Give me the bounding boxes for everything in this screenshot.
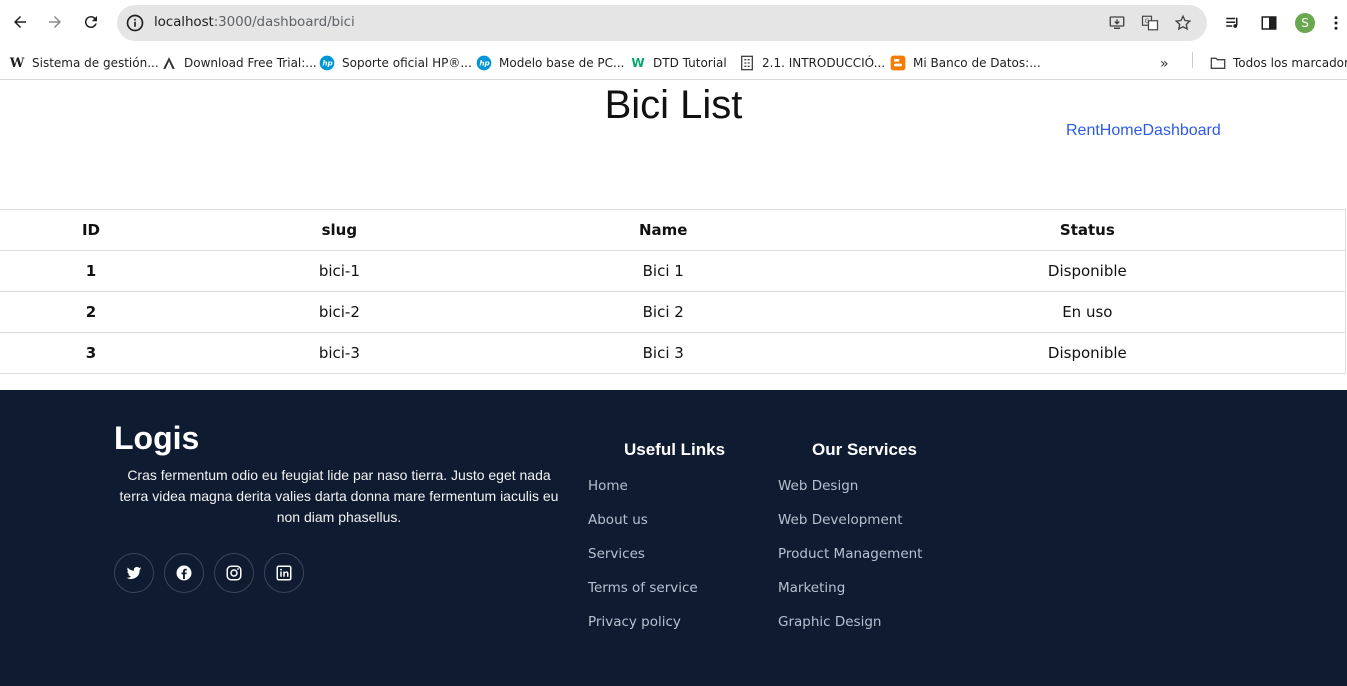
arrow-right-icon <box>49 16 61 28</box>
address-bar[interactable]: localhost:3000/dashboard/bici G <box>117 5 1207 41</box>
svg-text:G: G <box>1145 18 1150 25</box>
chevron-double-right-icon[interactable]: » <box>1160 56 1169 72</box>
arrow-left-icon <box>14 16 26 28</box>
bookmark-label: DTD Tutorial <box>653 56 727 70</box>
footer-link-services[interactable]: Services <box>588 546 645 562</box>
bookmark-label: Soporte oficial HP®... <box>342 56 472 70</box>
svg-text:hp: hp <box>322 59 332 68</box>
column-header: Status <box>829 209 1346 251</box>
bookmark-label: Todos los marcadores <box>1233 56 1347 70</box>
star-bookmark-icon[interactable] <box>1173 13 1193 33</box>
cell-slug: bici-2 <box>181 291 497 333</box>
wikipedia-icon: W <box>9 55 25 71</box>
facebook-icon <box>176 565 192 581</box>
bookmark-item[interactable]: Mi Banco de Datos:... <box>890 52 1041 74</box>
bookmark-item[interactable]: W DTD Tutorial <box>630 52 727 74</box>
service-link-graphic-design[interactable]: Graphic Design <box>778 614 882 630</box>
bookmark-item[interactable]: hp Soporte oficial HP®... <box>319 52 472 74</box>
url-host: localhost <box>154 14 214 30</box>
autodesk-icon <box>161 55 177 71</box>
site-footer: Logis Cras fermentum odio eu feugiat lid… <box>0 390 1347 686</box>
hp-icon: hp <box>476 55 492 71</box>
reload-button[interactable] <box>79 10 103 34</box>
page-content: Bici List RentHomeDashboard ID slug Name… <box>0 81 1347 686</box>
column-header: slug <box>181 209 497 251</box>
instagram-icon <box>226 565 242 581</box>
browser-toolbar: localhost:3000/dashboard/bici G S <box>0 0 1347 46</box>
service-link-web-development[interactable]: Web Development <box>778 512 903 528</box>
nav-link-home[interactable]: Home <box>1100 122 1143 139</box>
twitter-icon <box>126 566 142 580</box>
w3schools-icon: W <box>631 56 645 70</box>
instagram-link[interactable] <box>214 553 254 593</box>
folder-icon <box>1210 55 1226 71</box>
blogger-icon <box>890 55 906 71</box>
svg-text:hp: hp <box>479 59 489 68</box>
table-row: 1 bici-1 Bici 1 Disponible <box>0 250 1346 292</box>
site-info-icon[interactable] <box>125 13 145 33</box>
cell-status: Disponible <box>829 332 1346 374</box>
table-row: 2 bici-2 Bici 2 En uso <box>0 291 1346 333</box>
url-text: localhost:3000/dashboard/bici <box>154 14 355 30</box>
nav-link-rent[interactable]: Rent <box>1066 122 1100 139</box>
building-icon <box>739 55 755 71</box>
table-header-row: ID slug Name Status <box>0 209 1346 251</box>
bookmark-item[interactable]: W Sistema de gestión... <box>9 52 159 74</box>
bookmark-label: Download Free Trial:... <box>184 56 317 70</box>
bookmark-label: Modelo base de PC... <box>499 56 625 70</box>
footer-link-home[interactable]: Home <box>588 478 628 494</box>
menu-kebab-icon[interactable] <box>1330 12 1342 34</box>
hp-icon: hp <box>319 55 335 71</box>
cell-id: 1 <box>0 250 182 292</box>
cell-id: 3 <box>0 332 182 374</box>
service-link-web-design[interactable]: Web Design <box>778 478 858 494</box>
twitter-link[interactable] <box>114 553 154 593</box>
bookmark-label: 2.1. INTRODUCCIÓ... <box>762 56 886 70</box>
cell-status: Disponible <box>829 250 1346 292</box>
bookmark-separator <box>1192 52 1193 68</box>
linkedin-icon <box>276 565 292 581</box>
url-path: :3000/dashboard/bici <box>213 14 355 30</box>
nav-link-dashboard[interactable]: Dashboard <box>1142 122 1220 139</box>
footer-link-about[interactable]: About us <box>588 512 648 528</box>
footer-link-terms[interactable]: Terms of service <box>588 580 698 596</box>
our-services-title: Our Services <box>812 440 917 459</box>
table-row: 3 bici-3 Bici 3 Disponible <box>0 332 1346 374</box>
footer-link-privacy[interactable]: Privacy policy <box>588 614 681 630</box>
top-nav: RentHomeDashboard <box>1066 122 1221 140</box>
column-header: ID <box>0 209 182 251</box>
service-link-product-management[interactable]: Product Management <box>778 546 922 562</box>
side-panel-icon[interactable] <box>1258 12 1280 34</box>
service-link-marketing[interactable]: Marketing <box>778 580 845 596</box>
all-bookmarks-folder[interactable]: Todos los marcadores <box>1210 52 1347 74</box>
back-button[interactable] <box>8 10 32 34</box>
facebook-link[interactable] <box>164 553 204 593</box>
useful-links-title: Useful Links <box>624 440 726 459</box>
reload-icon <box>84 16 97 29</box>
linkedin-link[interactable] <box>264 553 304 593</box>
bici-table: ID slug Name Status 1 bici-1 Bici 1 Disp… <box>0 209 1346 374</box>
footer-brand: Logis <box>114 420 200 456</box>
bookmark-item[interactable]: hp Modelo base de PC... <box>476 52 624 74</box>
cell-id: 2 <box>0 291 182 333</box>
cell-slug: bici-3 <box>181 332 497 374</box>
cell-name: Bici 2 <box>496 291 830 333</box>
bookmarks-bar: W Sistema de gestión... Download Free Tr… <box>0 46 1347 80</box>
cell-name: Bici 1 <box>496 250 830 292</box>
media-control-icon[interactable] <box>1222 12 1244 34</box>
cell-slug: bici-1 <box>181 250 497 292</box>
bookmark-label: Mi Banco de Datos:... <box>913 56 1041 70</box>
bookmark-item[interactable]: 2.1. INTRODUCCIÓ... <box>739 52 885 74</box>
cell-name: Bici 3 <box>496 332 830 374</box>
column-header: Name <box>496 209 830 251</box>
translate-icon[interactable]: G <box>1140 13 1160 33</box>
forward-button[interactable] <box>43 10 67 34</box>
bookmark-label: Sistema de gestión... <box>32 56 159 70</box>
profile-avatar[interactable]: S <box>1295 13 1315 33</box>
footer-about-text: Cras fermentum odio eu feugiat lide par … <box>119 467 559 525</box>
install-app-icon[interactable] <box>1107 13 1127 33</box>
cell-status: En uso <box>829 291 1346 333</box>
bookmark-item[interactable]: Download Free Trial:... <box>161 52 317 74</box>
